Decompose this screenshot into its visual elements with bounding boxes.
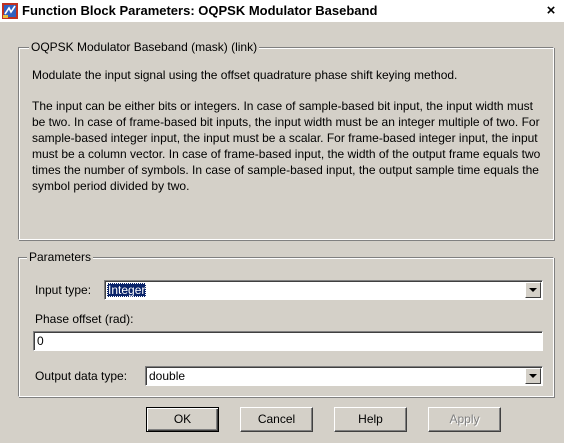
apply-button[interactable]: Apply bbox=[428, 407, 501, 432]
output-type-value: double bbox=[149, 369, 186, 383]
phase-offset-input[interactable] bbox=[33, 331, 543, 351]
output-type-label: Output data type: bbox=[35, 369, 128, 383]
help-button[interactable]: Help bbox=[334, 407, 407, 432]
output-type-dropdown[interactable]: double bbox=[145, 366, 543, 386]
phase-offset-label: Phase offset (rad): bbox=[35, 312, 134, 326]
cancel-button[interactable]: Cancel bbox=[240, 407, 313, 432]
input-type-value: Integer bbox=[107, 283, 147, 297]
dialog-window: Function Block Parameters: OQPSK Modulat… bbox=[0, 0, 564, 443]
parameters-legend: Parameters bbox=[27, 250, 94, 264]
parameters-group: Parameters Input type: Integer Phase off… bbox=[0, 0, 564, 400]
chevron-down-icon[interactable] bbox=[525, 368, 541, 384]
input-type-label: Input type: bbox=[35, 283, 92, 297]
chevron-down-icon[interactable] bbox=[525, 282, 541, 298]
ok-button[interactable]: OK bbox=[146, 407, 219, 432]
input-type-dropdown[interactable]: Integer bbox=[104, 280, 543, 300]
